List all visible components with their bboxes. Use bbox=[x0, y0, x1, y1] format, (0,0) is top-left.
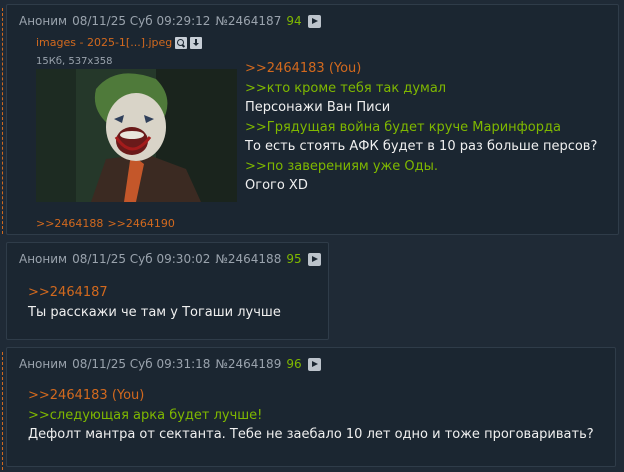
post-author: Аноним bbox=[19, 14, 68, 28]
attachment-link[interactable]: images - 2025-1[...].jpeg bbox=[36, 36, 203, 49]
post-2464189: Аноним 08/11/25 Суб 09:31:18 №2464189 96… bbox=[6, 347, 616, 467]
post-menu-icon[interactable] bbox=[307, 252, 321, 266]
reply-link[interactable]: >>2464183 (You) bbox=[245, 59, 597, 79]
post-datetime: 08/11/25 Суб 09:30:02 bbox=[72, 252, 211, 266]
post-counter: 96 bbox=[286, 357, 302, 371]
thread-dashed-line bbox=[2, 8, 3, 234]
post-number[interactable]: №2464187 bbox=[215, 14, 281, 28]
post-author: Аноним bbox=[19, 252, 68, 266]
post-author: Аноним bbox=[19, 357, 68, 371]
message-line: Дефолт мантра от сектанта. Тебе не заеба… bbox=[28, 427, 594, 442]
greentext-line: >>Грядущая война будет круче Маринфорда bbox=[245, 119, 561, 135]
post-header: Аноним 08/11/25 Суб 09:30:02 №2464188 95 bbox=[19, 252, 326, 266]
post-datetime: 08/11/25 Суб 09:29:12 bbox=[72, 14, 211, 28]
post-message: >>2464183 (You) >>следующая арка будет л… bbox=[28, 386, 594, 445]
attachment-thumbnail[interactable] bbox=[36, 69, 237, 202]
message-line: Огого XD bbox=[245, 178, 308, 193]
greentext-line: >>следующая арка будет лучше! bbox=[28, 407, 263, 423]
message-line: Ты расскажи че там у Тогаши лучше bbox=[28, 304, 281, 320]
message-line: То есть стоять АФК будет в 10 раз больше… bbox=[245, 139, 598, 154]
post-message: >>2464187 Ты расскажи че там у Тогаши лу… bbox=[28, 283, 281, 322]
greentext-line: >>по заверениям уже Оды. bbox=[245, 158, 439, 174]
joker-thumbnail-image bbox=[36, 69, 237, 202]
post-number[interactable]: №2464189 bbox=[215, 357, 281, 371]
attachment-meta: 15Кб, 537x358 bbox=[36, 56, 113, 67]
post-message: >>2464183 (You) >>кто кроме тебя так дум… bbox=[245, 59, 597, 196]
post-2464187: Аноним 08/11/25 Суб 09:29:12 №2464187 94… bbox=[6, 4, 619, 235]
greentext-line: >>кто кроме тебя так думал bbox=[245, 80, 447, 96]
post-header: Аноним 08/11/25 Суб 09:29:12 №2464187 94 bbox=[19, 14, 326, 28]
thread-dashed-line bbox=[2, 352, 3, 470]
reply-link[interactable]: >>2464183 (You) bbox=[28, 386, 594, 406]
backlink[interactable]: >>2464190 bbox=[107, 217, 174, 230]
attachment-filename[interactable]: images - 2025-1[...].jpeg bbox=[36, 36, 172, 49]
post-counter: 94 bbox=[286, 14, 302, 28]
post-backlinks: >>2464188 >>2464190 bbox=[36, 217, 179, 230]
post-number[interactable]: №2464188 bbox=[215, 252, 281, 266]
message-line: Персонажи Ван Писи bbox=[245, 100, 391, 115]
post-datetime: 08/11/25 Суб 09:31:18 bbox=[72, 357, 211, 371]
post-2464188: Аноним 08/11/25 Суб 09:30:02 №2464188 95… bbox=[6, 242, 329, 340]
search-icon[interactable] bbox=[175, 36, 188, 49]
post-menu-icon[interactable] bbox=[307, 357, 321, 371]
download-icon[interactable] bbox=[190, 36, 203, 49]
reply-link[interactable]: >>2464187 bbox=[28, 283, 281, 303]
post-menu-icon[interactable] bbox=[307, 14, 321, 28]
backlink[interactable]: >>2464188 bbox=[36, 217, 103, 230]
post-header: Аноним 08/11/25 Суб 09:31:18 №2464189 96 bbox=[19, 357, 326, 371]
post-counter: 95 bbox=[286, 252, 302, 266]
